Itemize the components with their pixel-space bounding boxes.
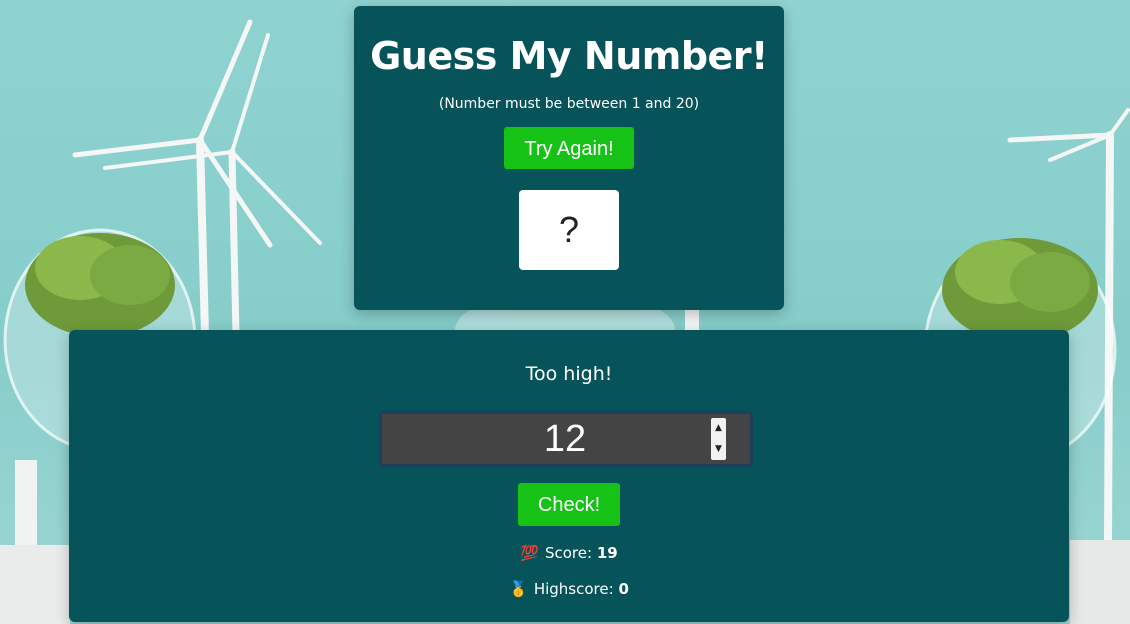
secret-number-box: ?: [519, 190, 619, 270]
check-button[interactable]: Check!: [518, 483, 620, 526]
score-line: 💯 Score: 19: [69, 544, 1069, 562]
highscore-label: Highscore:: [533, 580, 614, 598]
score-label: Score:: [544, 544, 593, 562]
guess-field: ▲ ▼: [379, 411, 753, 467]
page-title: Guess My Number!: [370, 34, 768, 78]
medal-icon: 🥇: [509, 580, 528, 598]
highscore-value: 0: [618, 580, 629, 598]
spin-up-icon[interactable]: ▲: [711, 418, 726, 439]
status-message: Too high!: [525, 363, 613, 385]
guess-input[interactable]: [400, 414, 730, 464]
try-again-button[interactable]: Try Again!: [504, 127, 634, 169]
number-spinner: ▲ ▼: [711, 418, 726, 460]
range-hint: (Number must be between 1 and 20): [438, 96, 700, 112]
score-value: 19: [596, 544, 618, 562]
header-card: Guess My Number! (Number must be between…: [354, 6, 784, 310]
spin-down-icon[interactable]: ▼: [711, 439, 726, 460]
hundred-points-icon: 💯: [520, 544, 539, 562]
play-card: Too high! ▲ ▼ Check! 💯 Score: 19 🥇 Highsco…: [69, 330, 1069, 622]
highscore-line: 🥇 Highscore: 0: [69, 580, 1069, 598]
